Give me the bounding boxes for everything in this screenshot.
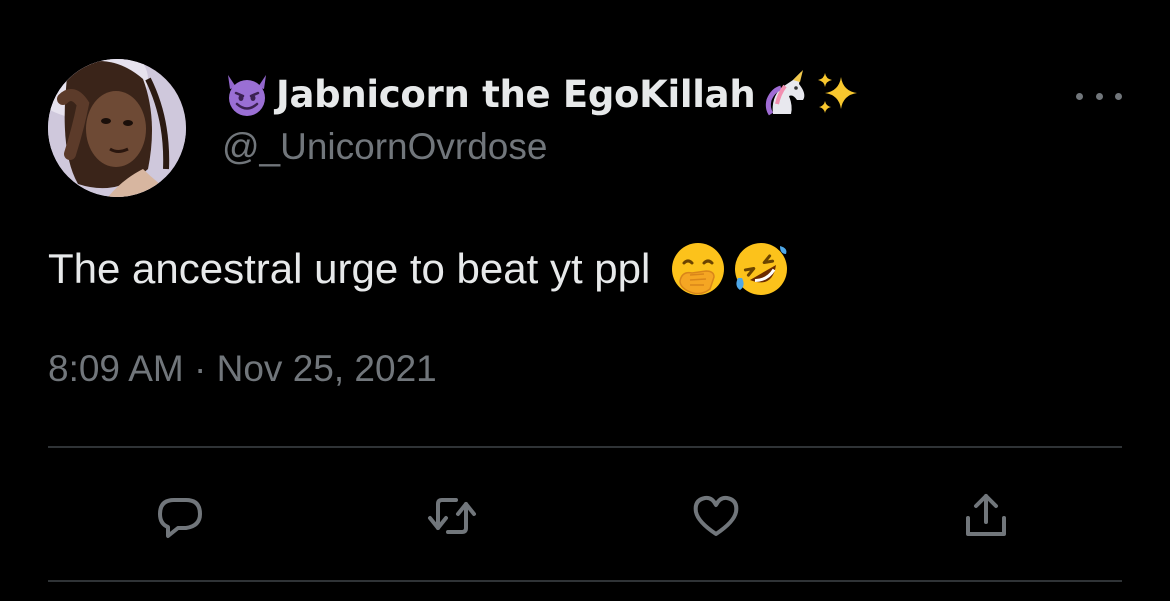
share-button[interactable] [956, 486, 1016, 546]
tweet-timestamp[interactable]: 8:09 AM · Nov 25, 2021 [48, 348, 437, 390]
more-dot-icon [1115, 92, 1122, 100]
user-header: Jabnicorn the EgoKillah @_UnicornOvrdose [222, 66, 861, 168]
hand-over-mouth-icon [672, 243, 725, 295]
avatar-photo [48, 59, 186, 197]
more-dot-icon [1076, 92, 1083, 100]
share-icon [966, 494, 1006, 536]
rolling-on-floor-laughing-icon [735, 243, 788, 295]
retweet-icon [428, 498, 476, 534]
unicorn-icon [766, 70, 805, 116]
divider [48, 446, 1122, 448]
more-options-button[interactable] [1076, 84, 1122, 108]
like-icon [693, 495, 739, 536]
smiling-devil-icon [228, 75, 266, 116]
reply-button[interactable] [150, 486, 210, 546]
display-name-row[interactable]: Jabnicorn the EgoKillah [222, 66, 861, 122]
reply-icon [158, 498, 202, 538]
sparkles-icon [818, 73, 858, 113]
avatar[interactable] [48, 59, 186, 197]
tweet-card: Jabnicorn the EgoKillah @_UnicornOvrdose… [0, 0, 1170, 601]
retweet-button[interactable] [422, 486, 482, 546]
tweet-text: The ancestral urge to beat yt ppl [48, 240, 790, 298]
divider [48, 580, 1122, 582]
tweet-body: The ancestral urge to beat yt ppl [48, 245, 651, 292]
display-name[interactable]: Jabnicorn the EgoKillah [276, 73, 756, 116]
user-handle[interactable]: @_UnicornOvrdose [222, 126, 861, 168]
more-dot-icon [1095, 92, 1103, 100]
like-button[interactable] [686, 486, 746, 546]
